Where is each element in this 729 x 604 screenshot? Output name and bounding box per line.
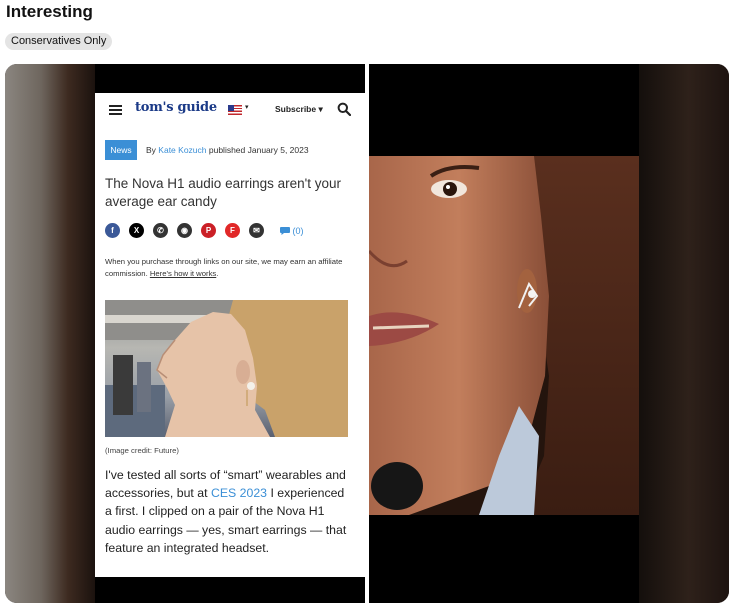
affiliate-link: Here's how it works	[149, 269, 217, 278]
article-hero-image	[105, 300, 348, 437]
subscribe-menu: Subscribe ▾	[275, 104, 323, 114]
comment-count-label: (0)	[292, 226, 304, 236]
chevron-down-icon: ▾	[245, 104, 249, 111]
article-body: I've tested all sorts of “smart” wearabl…	[105, 466, 349, 557]
post-title: Interesting	[6, 2, 93, 21]
article-headline: The Nova H1 audio earrings aren't your a…	[105, 176, 341, 209]
site-header: tom's guide ▾ Subscribe ▾	[95, 93, 365, 126]
hamburger-menu-icon	[109, 105, 122, 115]
news-tag: News	[105, 140, 137, 160]
x-icon: X	[129, 223, 144, 238]
comment-count: (0)	[280, 226, 304, 236]
video-still-image	[369, 156, 639, 515]
byline: By Kate Kozuch published January 5, 2023	[146, 145, 309, 155]
author-name: Kate Kozuch	[158, 145, 207, 155]
publish-date: published January 5, 2023	[208, 145, 309, 155]
ces-2023-link: CES 2023	[210, 486, 268, 501]
image-caption: (Image credit: Future)	[105, 446, 179, 455]
facebook-icon: f	[105, 223, 120, 238]
affiliate-disclaimer: When you purchase through links on our s…	[105, 257, 343, 278]
comment-icon	[280, 227, 290, 235]
us-flag-icon	[228, 105, 242, 115]
article-screenshot: tom's guide ▾ Subscribe ▾ News By Kate K…	[95, 93, 365, 577]
flipboard-icon: F	[225, 223, 240, 238]
whatsapp-icon: ✆	[153, 223, 168, 238]
blurred-background-right	[639, 64, 729, 603]
article-screenshot-frame: tom's guide ▾ Subscribe ▾ News By Kate K…	[95, 64, 365, 603]
email-icon: ✉	[249, 223, 264, 238]
pinterest-icon: P	[201, 223, 216, 238]
video-frame	[369, 64, 639, 603]
site-logo: tom's guide	[135, 100, 217, 115]
community-badge[interactable]: Conservatives Only	[5, 33, 113, 50]
affiliate-text: When you purchase through links on our s…	[105, 257, 343, 278]
search-icon	[337, 102, 351, 116]
blurred-background-left	[5, 64, 95, 603]
byline-prefix: By	[146, 145, 156, 155]
post-media[interactable]: tom's guide ▾ Subscribe ▾ News By Kate K…	[5, 64, 729, 603]
reddit-icon: ◉	[177, 223, 192, 238]
